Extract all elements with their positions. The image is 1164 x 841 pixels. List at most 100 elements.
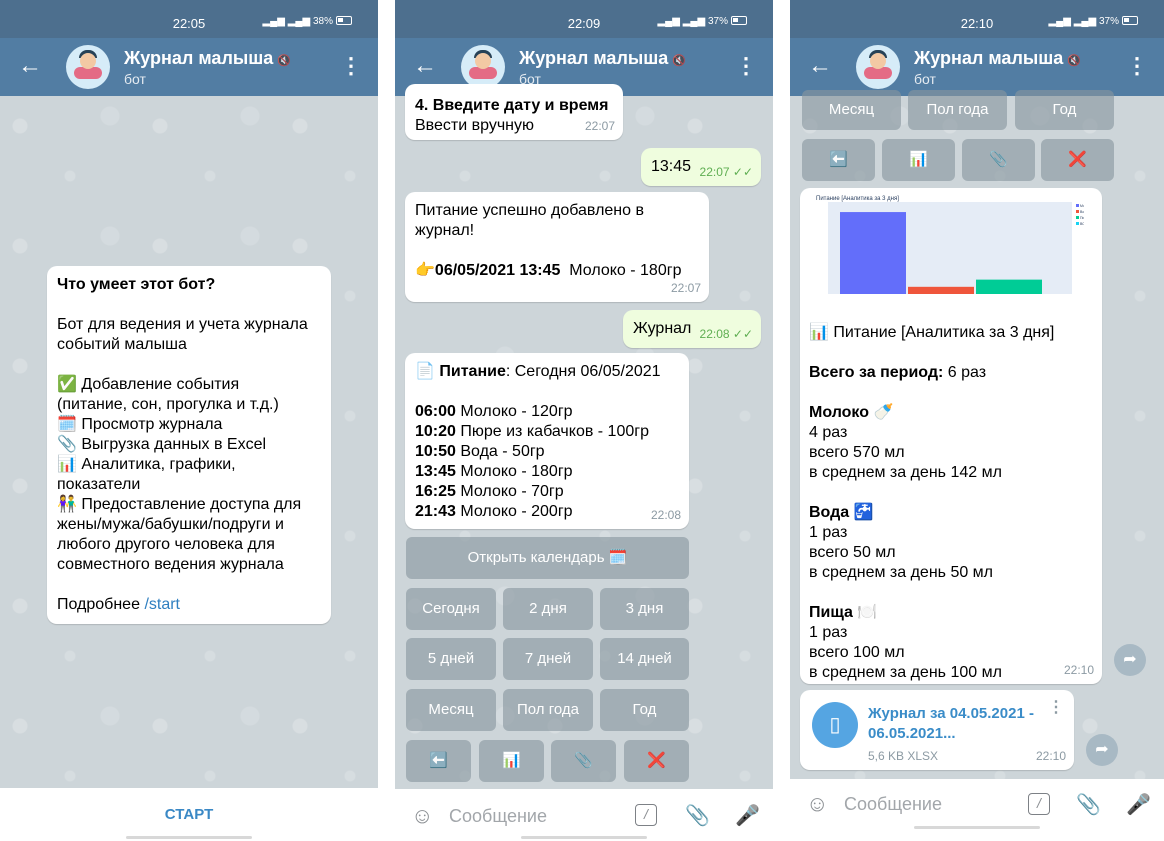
feature-item: любого другого человека для: [57, 536, 275, 553]
status-icons: ▂▄▆ ▂▄▆ 38%: [262, 16, 352, 27]
message-time: 22:07: [584, 119, 615, 133]
forward-icon[interactable]: ➦: [1114, 644, 1146, 676]
entry-item: Пюре из кабачков - 100гр: [455, 423, 649, 440]
14-days-button[interactable]: 14 дней: [600, 638, 689, 680]
intro-title: Что умеет этот бот?: [57, 276, 216, 293]
5-days-button[interactable]: 5 дней: [406, 638, 496, 680]
emoji-icon[interactable]: ☺: [806, 791, 828, 817]
back-button[interactable]: ⬅️: [406, 740, 471, 782]
feature-item: совместного ведения журнала: [57, 556, 284, 573]
chat-title[interactable]: Журнал малыша 🔇: [914, 48, 1081, 69]
export-button[interactable]: 📎: [962, 139, 1035, 181]
journal-entry: 10:20 Пюре из кабачков - 100гр: [415, 422, 679, 442]
back-arrow-icon[interactable]: ←: [18, 52, 42, 80]
avatar[interactable]: [461, 45, 505, 89]
chat-subtitle: бот: [914, 71, 936, 87]
legend-label: ВОДЫ: [1080, 222, 1084, 226]
open-calendar-button[interactable]: Открыть календарь 🗓️: [406, 537, 689, 579]
start-button[interactable]: СТАРТ: [0, 806, 378, 823]
start-bar: СТАРТ: [0, 788, 378, 841]
feature-item: 📊 Аналитика, графики,: [57, 456, 236, 473]
message-text: 4. Введите дату и время: [415, 97, 609, 114]
status-bar: 22:10 ▂▄▆ ▂▄▆ 37%: [790, 0, 1164, 38]
entry-time: 13:45: [415, 463, 456, 480]
journal-title: 📄 Питание: [415, 363, 506, 380]
year-button[interactable]: Год: [1015, 90, 1114, 130]
file-menu-icon[interactable]: ⋮: [1048, 698, 1064, 718]
avatar[interactable]: [856, 45, 900, 89]
legend-label: Пища: [1080, 216, 1084, 220]
more-menu-icon[interactable]: ⋮: [1126, 52, 1148, 80]
forward-icon[interactable]: ➦: [1086, 734, 1118, 766]
user-message: Журнал 22:08 ✓✓: [623, 310, 761, 348]
message-input[interactable]: Сообщение: [844, 794, 942, 815]
chat-header: ← Журнал малыша 🔇 бот ⋮: [790, 38, 1164, 96]
more-label: Подробнее: [57, 596, 140, 613]
file-name[interactable]: Журнал за 04.05.2021 - 06.05.2021...: [868, 704, 1034, 744]
avatar[interactable]: [66, 45, 110, 89]
back-button[interactable]: ⬅️: [802, 139, 875, 181]
period-label: Всего за период:: [809, 364, 944, 381]
bot-commands-icon[interactable]: /: [1028, 793, 1050, 815]
analytics-message: Питание [Аналитика за 3 дня] Молоко Вода Пи…: [800, 188, 1102, 684]
battery-icon: [336, 16, 352, 25]
file-name-line: 06.05.2021...: [868, 725, 956, 742]
chat-title[interactable]: Журнал малыша 🔇: [519, 48, 686, 69]
entry-time: 10:50: [415, 443, 456, 460]
chart-button[interactable]: 📊: [882, 139, 955, 181]
file-name-line: Журнал за 04.05.2021 -: [868, 705, 1034, 722]
food-heading: Пища 🍽️: [809, 604, 878, 621]
journal-entry: 10:50 Вода - 50гр: [415, 442, 679, 462]
month-button[interactable]: Месяц: [802, 90, 901, 130]
back-arrow-icon[interactable]: ←: [413, 52, 437, 80]
battery-icon: [731, 16, 747, 25]
entry-time: 21:43: [415, 503, 456, 520]
bar-chart: Питание [Аналитика за 3 дня] Молоко Вода Пи…: [816, 196, 1092, 294]
half-year-button[interactable]: Пол года: [503, 689, 593, 731]
2-days-button[interactable]: 2 дня: [503, 588, 593, 630]
feature-item: жены/мужа/бабушки/подруги и: [57, 516, 284, 533]
milk-count: 4 раз: [809, 424, 848, 441]
message-input-bar: ☺ Сообщение / 📎 🎤: [395, 789, 773, 841]
chat-title[interactable]: Журнал малыша 🔇: [124, 48, 291, 69]
chart-button[interactable]: 📊: [479, 740, 544, 782]
signal-icon: ▂▄▆ ▂▄▆: [1048, 16, 1099, 27]
entry-item: Молоко - 200гр: [455, 503, 573, 520]
more-menu-icon[interactable]: ⋮: [340, 52, 362, 80]
start-link[interactable]: /start: [144, 596, 180, 613]
back-arrow-icon[interactable]: ←: [808, 52, 832, 80]
read-check-icon: ✓✓: [732, 165, 753, 179]
year-button[interactable]: Год: [600, 689, 689, 731]
today-button[interactable]: Сегодня: [406, 588, 496, 630]
message-text: 👉06/05/2021 13:45: [415, 262, 561, 279]
attach-icon[interactable]: 📎: [685, 803, 710, 828]
more-menu-icon[interactable]: ⋮: [735, 52, 757, 80]
journal-entry: 13:45 Молоко - 180гр: [415, 462, 679, 482]
analytics-chart[interactable]: Питание [Аналитика за 3 дня] Молоко Вода Пи…: [814, 194, 1092, 304]
water-average: в среднем за день 50 мл: [809, 564, 994, 581]
journal-date: : Сегодня 06/05/2021: [505, 363, 661, 380]
close-button[interactable]: ❌: [624, 740, 689, 782]
half-year-button[interactable]: Пол года: [908, 90, 1007, 130]
attach-icon[interactable]: 📎: [1076, 792, 1101, 817]
emoji-icon[interactable]: ☺: [411, 803, 433, 829]
mute-icon: 🔇: [277, 55, 291, 67]
microphone-icon[interactable]: 🎤: [1126, 792, 1151, 817]
7-days-button[interactable]: 7 дней: [503, 638, 593, 680]
entry-item: Вода - 50гр: [455, 443, 545, 460]
3-days-button[interactable]: 3 дня: [600, 588, 689, 630]
chart-bar: [908, 286, 974, 294]
feature-item: (питание, сон, прогулка и т.д.): [57, 396, 279, 413]
microphone-icon[interactable]: 🎤: [735, 803, 760, 828]
message-input[interactable]: Сообщение: [449, 806, 547, 827]
export-button[interactable]: 📎: [551, 740, 616, 782]
intro-desc: Бот для ведения и учета журнала: [57, 316, 308, 333]
close-button[interactable]: ❌: [1041, 139, 1114, 181]
bot-commands-icon[interactable]: /: [635, 804, 657, 826]
document-icon[interactable]: ▯: [812, 702, 858, 748]
screen-analytics: 22:10 ▂▄▆ ▂▄▆ 37% ← Журнал малыша 🔇 бот ⋮…: [790, 0, 1164, 841]
battery-level: 37%: [707, 16, 728, 27]
message-time: 22:08: [650, 508, 681, 522]
month-button[interactable]: Месяц: [406, 689, 496, 731]
bot-description-message: Что умеет этот бот? Бот для ведения и уч…: [47, 266, 331, 624]
